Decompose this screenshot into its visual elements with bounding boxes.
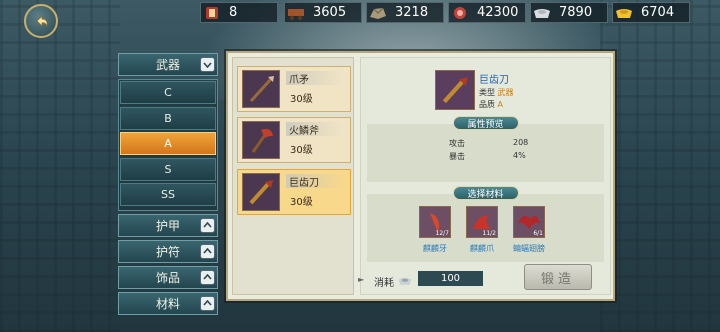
item-list: 爪矛 30级 火鳞斧 30级 巨齿刀 30级 — [232, 57, 354, 295]
material-name: 蝙蝠翅膀 — [513, 244, 545, 253]
wood-cart-icon — [287, 4, 305, 22]
material-box: 12/7 11/2 6/1 麒麟牙 麒麟爪 蝙蝠翅膀 — [367, 194, 604, 262]
background-lattice-left — [0, 0, 120, 332]
grade-b[interactable]: B — [120, 106, 216, 130]
category-weapon[interactable]: 武器 — [118, 53, 218, 76]
attr-value: 208 — [513, 138, 529, 147]
silver-ingot-icon — [398, 272, 412, 286]
chevron-up-icon — [200, 243, 215, 259]
grade-s[interactable]: S — [120, 157, 216, 181]
grade-c[interactable]: C — [120, 81, 216, 104]
chevron-down-icon — [200, 57, 215, 72]
gold-ingot-icon — [615, 4, 633, 22]
select-material-title: 选择材料 — [452, 186, 519, 200]
category-amulet[interactable]: 护符 — [118, 239, 218, 263]
grade-a[interactable]: A — [120, 132, 216, 155]
back-button[interactable] — [24, 4, 58, 38]
item-card-claw-spear[interactable]: 爪矛 30级 — [237, 66, 351, 112]
scroll-icon — [203, 4, 221, 22]
resource-value: 6704 — [641, 5, 675, 20]
resource-gold: 6704 — [612, 2, 690, 23]
detail-type-label: 类型 — [479, 88, 495, 97]
detail-item-name: 巨齿刀 — [479, 75, 509, 86]
meat-icon — [451, 4, 469, 22]
material-count: 6/1 — [533, 230, 543, 237]
back-arrow-icon — [36, 15, 48, 28]
resource-value: 8 — [229, 5, 238, 20]
item-card-fire-axe[interactable]: 火鳞斧 30级 — [237, 117, 351, 163]
material-slot[interactable]: 12/7 — [419, 206, 451, 238]
resource-silver: 7890 — [530, 2, 608, 23]
item-level: 30级 — [290, 197, 313, 208]
resource-value: 3605 — [313, 5, 347, 20]
category-list: 武器 C B A S SS 护甲 护符 饰品 材料 — [118, 53, 218, 318]
category-material[interactable]: 材料 — [118, 291, 218, 315]
cost-label: 消耗 — [374, 278, 394, 289]
category-armor[interactable]: 护甲 — [118, 213, 218, 237]
detail-type: 类型 武器 — [479, 87, 514, 98]
background-lattice-right — [600, 0, 720, 332]
item-level: 30级 — [290, 145, 313, 156]
material-name: 麒麟爪 — [470, 244, 494, 253]
material-count: 12/7 — [435, 230, 449, 237]
category-label: 武器 — [155, 58, 180, 72]
item-card-sawtooth-blade[interactable]: 巨齿刀 30级 — [237, 169, 351, 215]
blade-icon — [242, 173, 280, 211]
attr-name: 暴击 — [449, 152, 465, 161]
category-label: 护甲 — [155, 218, 180, 233]
chevron-up-icon — [200, 269, 215, 285]
forge-panel: 爪矛 30级 火鳞斧 30级 巨齿刀 30级 巨齿刀 类型 武器 品质 A 攻击… — [226, 51, 615, 301]
item-name: 火鳞斧 — [286, 122, 344, 137]
cost-value: 100 — [418, 271, 483, 286]
attribute-preview-title: 属性预览 — [452, 116, 519, 130]
item-name: 爪矛 — [286, 71, 344, 86]
resource-scroll: 8 — [200, 2, 278, 23]
cost-arrow: ► — [358, 275, 365, 284]
blade-icon — [435, 70, 475, 110]
resource-value: 3218 — [395, 5, 429, 20]
grade-list: C B A S SS — [118, 79, 218, 211]
category-label: 饰品 — [155, 270, 180, 285]
forge-button[interactable]: 锻造 — [524, 264, 592, 290]
item-detail: 巨齿刀 类型 武器 品质 A 攻击 208 暴击 4% 属性预览 12/7 11… — [360, 57, 611, 295]
silver-ingot-icon — [533, 4, 551, 22]
resource-value: 7890 — [559, 5, 593, 20]
material-slot[interactable]: 11/2 — [466, 206, 498, 238]
detail-type-value: 武器 — [497, 88, 514, 97]
category-label: 护符 — [155, 244, 180, 259]
resource-wood: 3605 — [284, 2, 362, 23]
detail-quality-label: 品质 — [479, 100, 495, 109]
chevron-up-icon — [200, 295, 215, 311]
spear-icon — [242, 70, 280, 108]
resource-meat: 42300 — [448, 2, 526, 23]
axe-icon — [242, 121, 280, 159]
attr-value: 4% — [513, 151, 526, 160]
attribute-box: 攻击 208 暴击 4% — [367, 124, 604, 182]
category-accessory[interactable]: 饰品 — [118, 265, 218, 289]
item-level: 30级 — [290, 94, 313, 105]
ore-icon — [369, 4, 387, 22]
detail-quality: 品质 A — [479, 99, 503, 110]
material-slot[interactable]: 6/1 — [513, 206, 545, 238]
resource-value: 42300 — [477, 5, 519, 20]
resource-ore: 3218 — [366, 2, 444, 23]
grade-ss[interactable]: SS — [120, 183, 216, 206]
detail-quality-value: A — [497, 100, 504, 109]
category-label: 材料 — [155, 296, 180, 311]
attr-name: 攻击 — [449, 139, 465, 148]
chevron-up-icon — [200, 217, 215, 233]
item-name: 巨齿刀 — [286, 174, 344, 189]
material-count: 11/2 — [482, 230, 496, 237]
material-name: 麒麟牙 — [423, 244, 447, 253]
